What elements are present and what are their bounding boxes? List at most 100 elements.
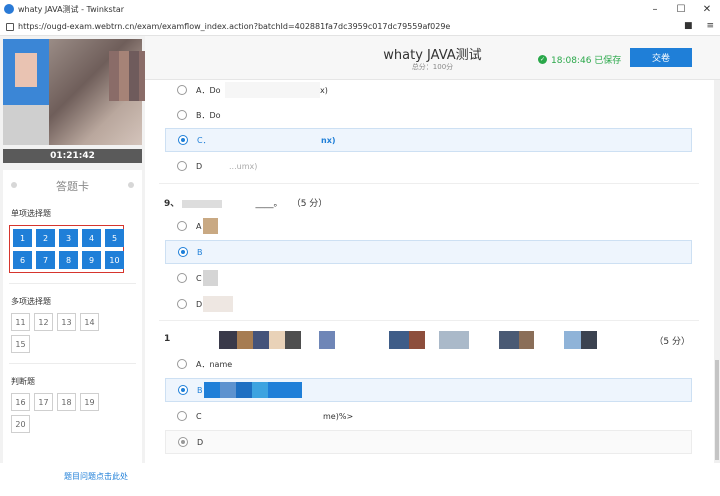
answer-card-title-text: 答题卡 [56, 180, 89, 193]
radio-icon[interactable] [177, 273, 187, 283]
q8-option-d-label: D [196, 161, 203, 171]
scrollbar-thumb[interactable] [715, 360, 719, 460]
q8-option-c-tail: nx) [321, 135, 336, 145]
scrollbar[interactable] [714, 80, 720, 463]
judge-question-grid: 16 17 18 19 20 [3, 393, 121, 433]
submit-exam-button[interactable]: 交卷 [630, 48, 692, 67]
question-number-button[interactable]: 5 [105, 229, 124, 247]
address-bar[interactable]: https://ougd-exam.webtrn.cn/exam/examflo… [0, 18, 720, 36]
check-icon: ✓ [538, 55, 547, 64]
q9-option-d-label: D [196, 299, 203, 309]
divider [9, 363, 136, 364]
q8-option-a[interactable]: A．Do x) [165, 78, 692, 102]
window-title: whaty JAVA测试 - Twinkstar [18, 4, 125, 14]
q10-points: （5 分） [654, 337, 690, 347]
redacted-block [203, 218, 218, 234]
question-number-button[interactable]: 8 [59, 251, 78, 269]
question-number-button[interactable]: 3 [59, 229, 78, 247]
divider [159, 183, 699, 184]
question-number-button[interactable]: 9 [82, 251, 101, 269]
question-number-button[interactable]: 4 [82, 229, 101, 247]
question-number-button[interactable]: 11 [11, 313, 30, 331]
radio-icon[interactable] [177, 110, 187, 120]
q8-option-d[interactable]: D ...umx) [165, 154, 692, 178]
q8-option-d-tail: ...umx) [229, 161, 258, 171]
q10-option-a-label: A．name [196, 359, 233, 369]
q10-option-c[interactable]: C me)%> [165, 404, 692, 428]
save-status-text: 18:08:46 已保存 [551, 56, 622, 66]
radio-icon[interactable] [177, 85, 187, 95]
divider [9, 283, 136, 284]
radio-selected-icon[interactable] [178, 247, 188, 257]
question-number-button[interactable]: 16 [11, 393, 30, 411]
redacted-question-text [219, 331, 609, 349]
q9-number: 9、 [164, 199, 180, 209]
q10-option-b[interactable]: B [165, 378, 692, 402]
question-number-button[interactable]: 10 [105, 251, 124, 269]
q9-option-d[interactable]: D [165, 292, 692, 316]
q9-option-b[interactable]: B [165, 240, 692, 264]
radio-selected-icon[interactable] [178, 135, 188, 145]
q10-option-c-tail: me)%> [323, 411, 354, 421]
q9-option-c-label: C [196, 273, 202, 283]
exam-timer: 01:21:42 [3, 149, 142, 163]
browser-logo-icon [4, 4, 14, 14]
q10-option-a[interactable]: A．name [165, 352, 692, 376]
q8-option-c-label: C． [197, 135, 211, 145]
radio-selected-icon[interactable] [178, 385, 188, 395]
card-dot-right-icon [128, 182, 134, 188]
answer-card-title: 答题卡 [3, 178, 142, 194]
question-number-button[interactable]: 20 [11, 415, 30, 433]
q9-option-a-label: A [196, 221, 202, 231]
close-icon[interactable]: ✕ [694, 0, 720, 18]
window-titlebar: whaty JAVA测试 - Twinkstar – ☐ ✕ [0, 0, 720, 18]
question-number-button[interactable]: 6 [13, 251, 32, 269]
question-number-button[interactable]: 1 [13, 229, 32, 247]
question-number-button[interactable]: 19 [80, 393, 99, 411]
q8-option-b-label: B．Do [196, 110, 221, 120]
question-number-button[interactable]: 17 [34, 393, 53, 411]
q10-option-c-label: C [196, 411, 202, 421]
maximize-icon[interactable]: ☐ [668, 0, 694, 18]
question-number-button[interactable]: 14 [80, 313, 99, 331]
redacted-block [203, 296, 233, 312]
q9-option-c[interactable]: C [165, 266, 692, 290]
url-text[interactable]: https://ougd-exam.webtrn.cn/exam/examflo… [18, 22, 450, 31]
radio-icon[interactable] [177, 411, 187, 421]
single-choice-group: 1 2 3 4 5 6 7 8 9 10 [9, 225, 124, 273]
question-number-button[interactable]: 7 [36, 251, 55, 269]
q10-option-d-label: D [197, 437, 204, 447]
menu-icon[interactable]: ≡ [706, 21, 714, 31]
minimize-icon[interactable]: – [642, 0, 668, 18]
radio-icon[interactable] [178, 437, 188, 447]
left-sidebar: 01:21:42 答题卡 单项选择题 1 2 3 4 5 6 7 8 9 10 多项选择题 11 1… [0, 36, 149, 496]
exam-main: whaty JAVA测试 总分：100分 ✓ 18:08:46 已保存 交卷 A… [145, 36, 720, 463]
q9-blank: ____。 [255, 199, 283, 209]
webcam-face [109, 51, 149, 101]
question-number-button[interactable]: 12 [34, 313, 53, 331]
q8-option-c[interactable]: C． nx) [165, 128, 692, 152]
report-problem-link[interactable]: 题目问题点击此处 [64, 471, 128, 482]
redacted-block [203, 270, 218, 286]
q9-option-b-label: B [197, 247, 203, 257]
q9-title: 9、 ____。 （5 分） [164, 196, 327, 209]
question-number-button[interactable]: 18 [57, 393, 76, 411]
radio-icon[interactable] [177, 161, 187, 171]
q8-option-b[interactable]: B．Do [165, 103, 692, 127]
id-photo-face [15, 53, 37, 87]
question-number-button[interactable]: 13 [57, 313, 76, 331]
lock-icon [6, 22, 14, 31]
redacted-block [225, 82, 320, 98]
single-question-grid: 1 2 3 4 5 6 7 8 9 10 [10, 229, 128, 269]
radio-icon[interactable] [177, 299, 187, 309]
q9-points: （5 分） [291, 199, 328, 209]
q10-option-d[interactable]: D [165, 430, 692, 454]
radio-icon[interactable] [177, 359, 187, 369]
webcam-image [49, 39, 149, 145]
radio-icon[interactable] [177, 221, 187, 231]
question-number-button[interactable]: 2 [36, 229, 55, 247]
question-number-button[interactable]: 15 [11, 335, 30, 353]
record-icon[interactable]: ■ [684, 21, 693, 31]
q9-option-a[interactable]: A [165, 214, 692, 238]
redacted-block [182, 199, 223, 208]
